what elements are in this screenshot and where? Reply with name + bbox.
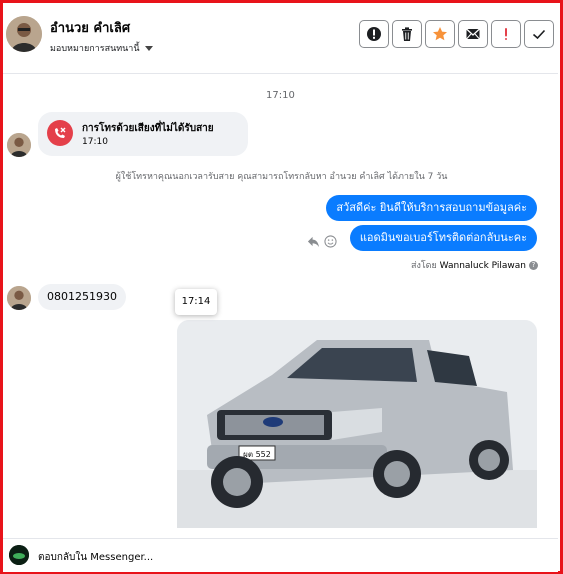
mark-unread-button[interactable] (458, 20, 488, 48)
svg-text:ผต 552: ผต 552 (243, 450, 271, 459)
assign-label: มอบหมายการสนทนานี้ (50, 44, 140, 54)
alert-button[interactable] (359, 20, 389, 48)
contact-avatar-small[interactable] (7, 133, 31, 157)
star-icon (433, 27, 447, 41)
contact-name[interactable]: อำนวย คำเลิศ (50, 17, 130, 38)
mark-done-button[interactable] (524, 20, 554, 48)
timestamp: 17:10 (266, 90, 295, 101)
page-avatar (9, 545, 29, 565)
contact-avatar[interactable] (6, 16, 42, 52)
missed-call-title: การโทรด้วยเสียงที่ไม่ได้รับสาย (82, 123, 214, 134)
reply-input[interactable]: ตอบกลับใน Messenger... (38, 550, 153, 565)
header-toolbar (359, 20, 554, 48)
sent-by: ส่งโดย Wannaluck Pilawan? (411, 258, 538, 272)
system-message: ผู้ใช้โทรหาคุณนอกเวลารับสาย คุณสามารถโทร… (115, 172, 448, 182)
delete-button[interactable] (392, 20, 422, 48)
sent-by-prefix: ส่งโดย (410, 261, 437, 271)
outgoing-message[interactable]: แอดมินขอเบอร์โทรติดต่อกลับนะคะ (349, 225, 537, 251)
alert-icon (367, 27, 381, 41)
help-icon[interactable]: ? (529, 261, 538, 270)
star-button[interactable] (425, 20, 455, 48)
contact-avatar-small[interactable] (7, 286, 31, 310)
outgoing-message[interactable]: สวัสดีค่ะ ยินดีให้บริการสอบถามข้อมูลค่ะ (326, 195, 537, 221)
check-icon (532, 29, 546, 40)
caret-down-icon (144, 46, 153, 51)
message-time-tooltip: 17:14 (175, 289, 217, 315)
message-actions (307, 235, 337, 248)
trash-icon (402, 27, 412, 41)
photo-attachment[interactable]: ผต 552 (177, 320, 537, 528)
mail-icon (466, 28, 480, 40)
missed-call-time: 17:10 (82, 137, 108, 147)
missed-call-card[interactable]: การโทรด้วยเสียงที่ไม่ได้รับสาย 17:10 (38, 112, 248, 156)
react-emoji-icon[interactable] (324, 235, 337, 248)
reply-icon[interactable] (307, 235, 320, 248)
reply-composer[interactable]: ตอบกลับใน Messenger... (3, 538, 558, 572)
important-icon (505, 28, 507, 40)
conversation-header: อำนวย คำเลิศ มอบหมายการสนทนานี้ (3, 3, 558, 74)
incoming-message[interactable]: 0801251930 (38, 284, 126, 310)
sent-by-name: Wannaluck Pilawan (439, 261, 526, 271)
assign-dropdown[interactable]: มอบหมายการสนทนานี้ (50, 41, 153, 55)
important-button[interactable] (491, 20, 521, 48)
missed-call-icon (47, 120, 73, 146)
